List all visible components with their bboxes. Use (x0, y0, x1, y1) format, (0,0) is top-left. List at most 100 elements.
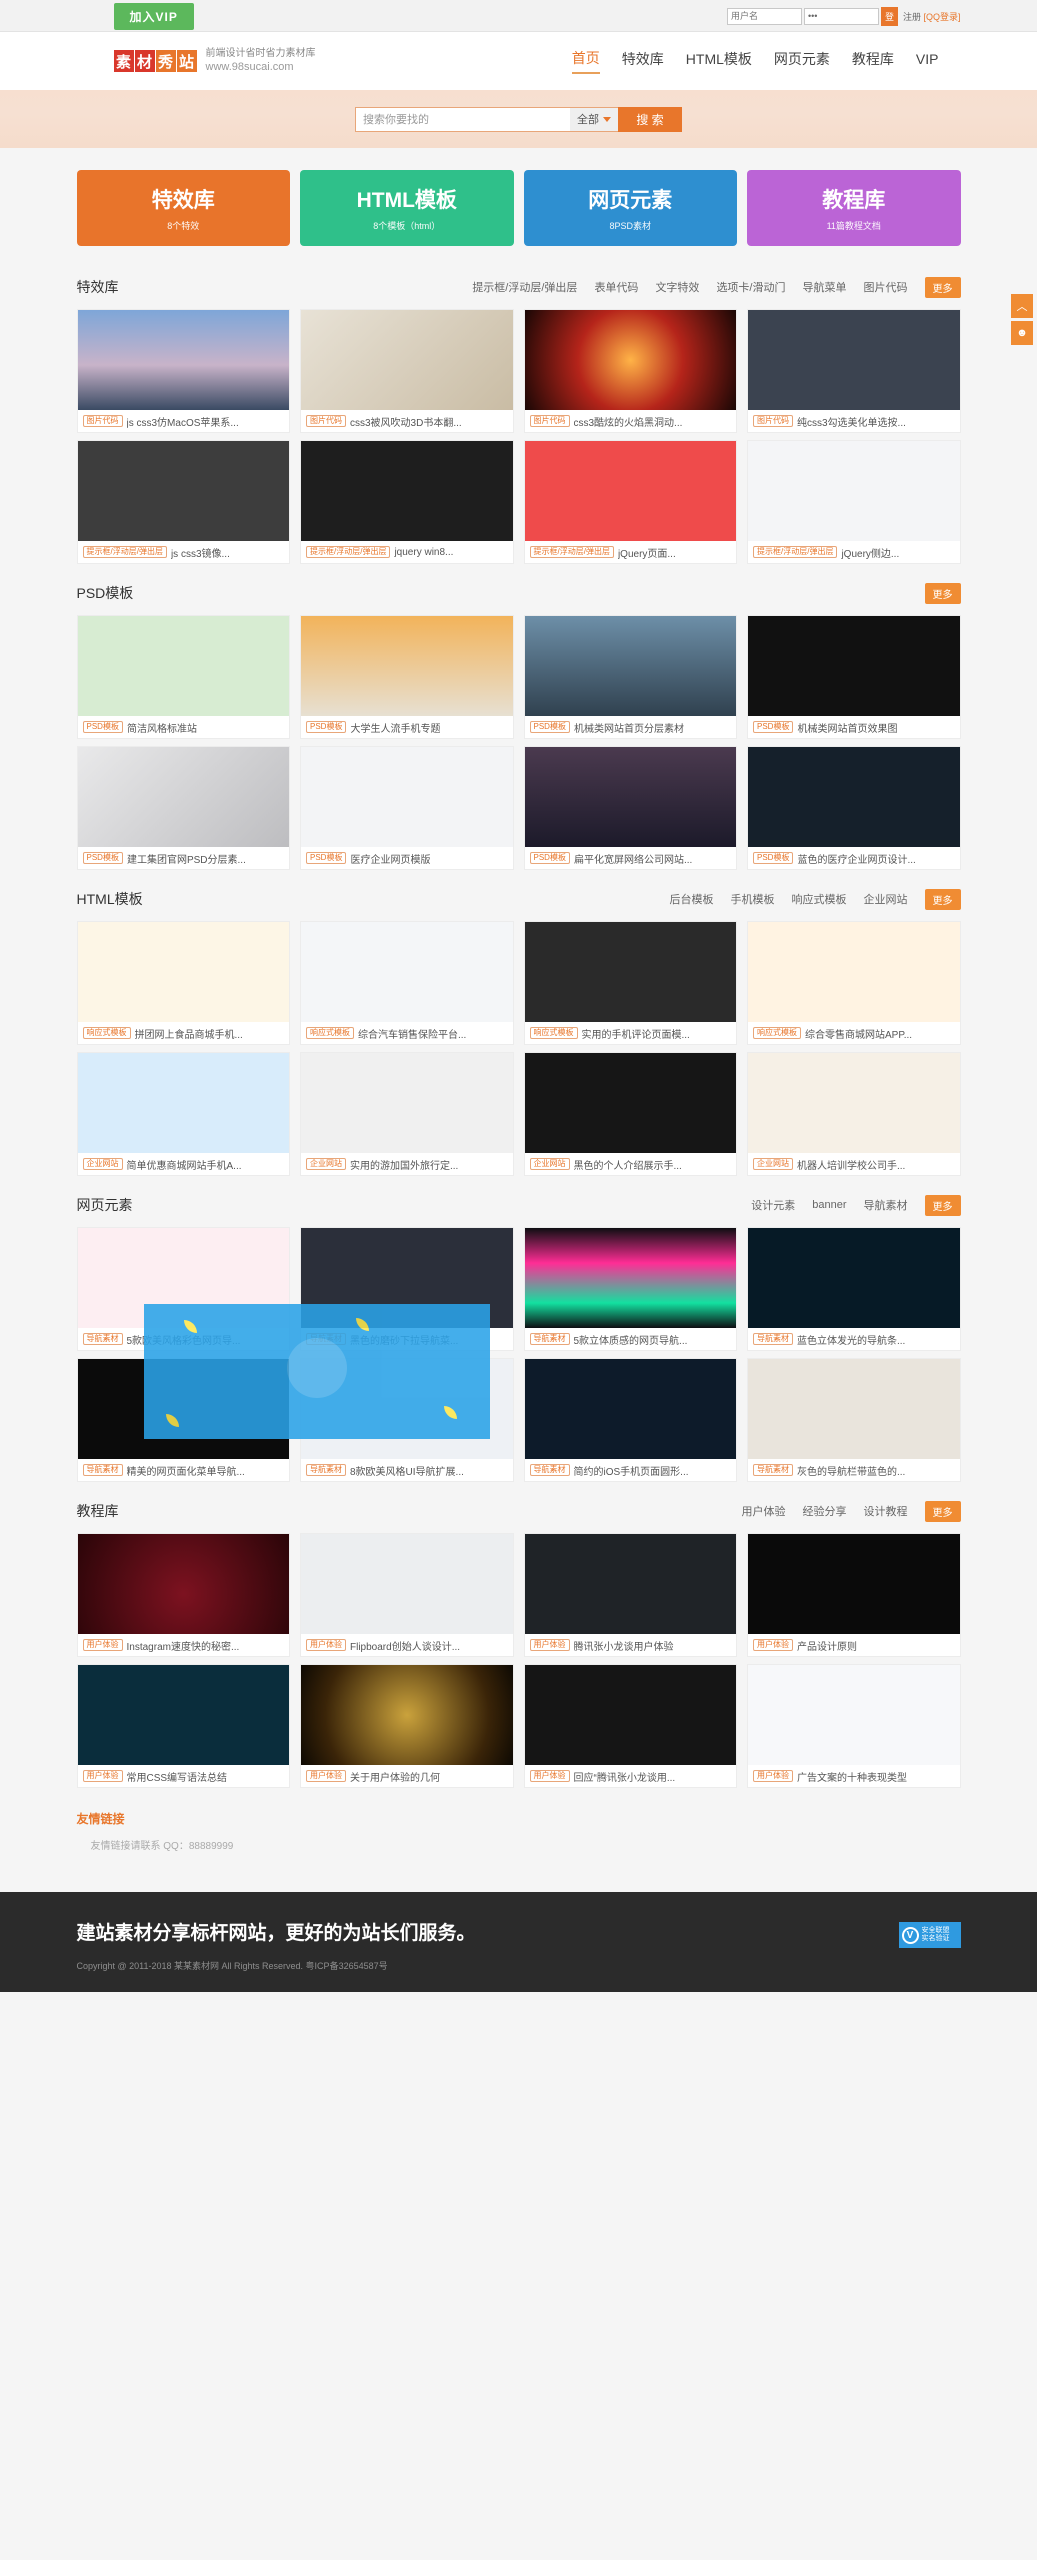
more-button[interactable]: 更多 (924, 1194, 961, 1216)
material-card[interactable]: 提示框/浮动层/弹出层 jquery win8... (300, 440, 514, 564)
card-tag[interactable]: PSD模板 (306, 720, 347, 734)
card-tag[interactable]: PSD模板 (82, 851, 123, 865)
site-logo[interactable]: 素 材 秀 站 前端设计省时省力素材库 www.98sucai.com (113, 47, 316, 75)
card-tag[interactable]: 用户体验 (306, 1638, 346, 1652)
card-title[interactable]: jQuery侧边... (841, 545, 899, 560)
subnav-link-6[interactable]: 图片代码 (864, 279, 908, 295)
category-card-2[interactable]: HTML模板 8个模板（html） (300, 170, 514, 246)
material-card[interactable]: 导航素材 灰色的导航栏带蓝色的... (747, 1358, 961, 1482)
card-title[interactable]: jQuery页面... (618, 545, 676, 560)
material-card[interactable]: 图片代码 css3被风吹动3D书本翻... (300, 309, 514, 433)
material-card[interactable]: PSD模板 大学生人流手机专题 (300, 615, 514, 739)
card-title[interactable]: 简单优惠商城网站手机A... (127, 1157, 242, 1172)
card-tag[interactable]: 企业网站 (753, 1157, 793, 1171)
subnav-link-4[interactable]: 选项卡/滑动门 (716, 279, 785, 295)
card-tag[interactable]: 用户体验 (306, 1769, 346, 1783)
search-input[interactable]: 搜索你要找的 (355, 106, 570, 132)
subnav-link-3[interactable]: 设计教程 (864, 1503, 908, 1519)
subnav-link-5[interactable]: 导航菜单 (803, 279, 847, 295)
card-title[interactable]: 实用的游加国外旅行定... (350, 1157, 458, 1172)
card-title[interactable]: 灰色的导航栏带蓝色的... (797, 1463, 905, 1478)
card-tag[interactable]: 企业网站 (529, 1157, 570, 1171)
nav-item-home[interactable]: 首页 (571, 48, 600, 74)
card-title[interactable]: 拼团网上食品商城手机... (135, 1026, 243, 1041)
card-title[interactable]: js css3仿MacOS苹果系... (127, 414, 239, 429)
material-card[interactable]: 提示框/浮动层/弹出层 jQuery侧边... (747, 440, 961, 564)
login-button[interactable]: 登 (880, 6, 898, 26)
card-tag[interactable]: PSD模板 (529, 720, 570, 734)
card-tag[interactable]: 导航素材 (82, 1332, 123, 1346)
card-title[interactable]: 产品设计原则 (797, 1638, 857, 1653)
card-title[interactable]: 关于用户体验的几何 (350, 1769, 440, 1784)
card-title[interactable]: 黑色的个人介绍展示手... (574, 1157, 682, 1172)
card-tag[interactable]: PSD模板 (753, 720, 794, 734)
card-title[interactable]: 机械类网站首页效果图 (797, 720, 897, 735)
card-title[interactable]: 纯css3勾选美化单选按... (797, 414, 906, 429)
join-vip-button[interactable]: 加入VIP (113, 2, 194, 30)
card-tag[interactable]: 提示框/浮动层/弹出层 (82, 545, 167, 559)
more-button[interactable]: 更多 (924, 1500, 961, 1522)
card-tag[interactable]: 响应式模板 (82, 1026, 131, 1040)
subnav-link-2[interactable]: 表单代码 (594, 279, 638, 295)
card-title[interactable]: css3被风吹动3D书本翻... (350, 414, 462, 429)
card-tag[interactable]: 响应式模板 (306, 1026, 354, 1040)
material-card[interactable]: 用户体验 产品设计原则 (747, 1533, 961, 1657)
subnav-link-1[interactable]: 用户体验 (742, 1503, 786, 1519)
material-card[interactable]: 响应式模板 实用的手机评论页面模... (523, 921, 737, 1045)
more-button[interactable]: 更多 (924, 888, 961, 910)
card-title[interactable]: 医疗企业网页模版 (350, 851, 430, 866)
card-title[interactable]: 回应“腾讯张小龙谈用... (574, 1769, 676, 1784)
material-card[interactable]: 提示框/浮动层/弹出层 js css3镜像... (76, 440, 290, 564)
card-title[interactable]: 蓝色的医疗企业网页设计... (797, 851, 915, 866)
card-title[interactable]: js css3镜像... (171, 545, 230, 560)
category-card-3[interactable]: 网页元素 8PSD素材 (523, 170, 737, 246)
material-card[interactable]: 图片代码 css3酷炫的火焰黑洞动... (523, 309, 737, 433)
search-button[interactable]: 搜 索 (618, 106, 682, 132)
subnav-link-2[interactable]: banner (812, 1199, 846, 1211)
register-link[interactable]: 注册 [QQ登录] (903, 10, 961, 23)
card-tag[interactable]: 用户体验 (529, 1769, 570, 1783)
card-title[interactable]: 精美的网页面化菜单导航... (127, 1463, 245, 1478)
card-tag[interactable]: 用户体验 (82, 1769, 123, 1783)
card-tag[interactable]: 导航素材 (529, 1463, 570, 1477)
card-tag[interactable]: 用户体验 (82, 1638, 123, 1652)
card-tag[interactable]: 导航素材 (529, 1332, 570, 1346)
card-title[interactable]: 实用的手机评论页面模... (582, 1026, 690, 1041)
material-card[interactable]: 导航素材 5款立体质感的网页导航... (523, 1227, 737, 1351)
nav-item-web-elements[interactable]: 网页元素 (774, 49, 830, 73)
password-input[interactable] (803, 7, 879, 25)
material-card[interactable]: 企业网站 实用的游加国外旅行定... (300, 1052, 514, 1176)
material-card[interactable]: PSD模板 机械类网站首页分层素材 (523, 615, 737, 739)
subnav-link-1[interactable]: 后台模板 (670, 891, 714, 907)
card-title[interactable]: 建工集团官网PSD分层素... (127, 851, 246, 866)
nav-item-vip[interactable]: VIP (916, 51, 939, 71)
material-card[interactable]: 用户体验 关于用户体验的几何 (300, 1664, 514, 1788)
material-card[interactable]: 导航素材 蓝色立体发光的导航条... (747, 1227, 961, 1351)
subnav-link-2[interactable]: 手机模板 (731, 891, 775, 907)
nav-item-effects[interactable]: 特效库 (622, 49, 664, 73)
nav-item-html-templates[interactable]: HTML模板 (686, 49, 752, 73)
card-tag[interactable]: 图片代码 (753, 414, 793, 428)
customer-service-icon[interactable]: ☻ (1011, 321, 1033, 345)
card-tag[interactable]: 企业网站 (306, 1157, 346, 1171)
card-tag[interactable]: 导航素材 (82, 1463, 123, 1477)
card-tag[interactable]: PSD模板 (529, 851, 570, 865)
subnav-link-2[interactable]: 经验分享 (803, 1503, 847, 1519)
card-tag[interactable]: 提示框/浮动层/弹出层 (306, 545, 391, 559)
preview-overlay-panel[interactable] (144, 1304, 490, 1439)
card-title[interactable]: jquery win8... (394, 547, 453, 558)
material-card[interactable]: PSD模板 建工集团官网PSD分层素... (76, 746, 290, 870)
material-card[interactable]: PSD模板 医疗企业网页模版 (300, 746, 514, 870)
card-title[interactable]: 蓝色立体发光的导航条... (797, 1332, 905, 1347)
material-card[interactable]: PSD模板 简洁风格标准站 (76, 615, 290, 739)
card-tag[interactable]: PSD模板 (753, 851, 794, 865)
material-card[interactable]: PSD模板 机械类网站首页效果图 (747, 615, 961, 739)
card-title[interactable]: 综合零售商城网站APP... (805, 1026, 912, 1041)
material-card[interactable]: 图片代码 js css3仿MacOS苹果系... (76, 309, 290, 433)
card-title[interactable]: Instagram速度快的秘密... (127, 1638, 240, 1653)
card-title[interactable]: 扁平化宽屏网络公司网站... (574, 851, 692, 866)
material-card[interactable]: 用户体验 广告文案的十种表现类型 (747, 1664, 961, 1788)
material-card[interactable]: 图片代码 纯css3勾选美化单选按... (747, 309, 961, 433)
card-tag[interactable]: 用户体验 (753, 1638, 793, 1652)
more-button[interactable]: 更多 (924, 276, 961, 298)
